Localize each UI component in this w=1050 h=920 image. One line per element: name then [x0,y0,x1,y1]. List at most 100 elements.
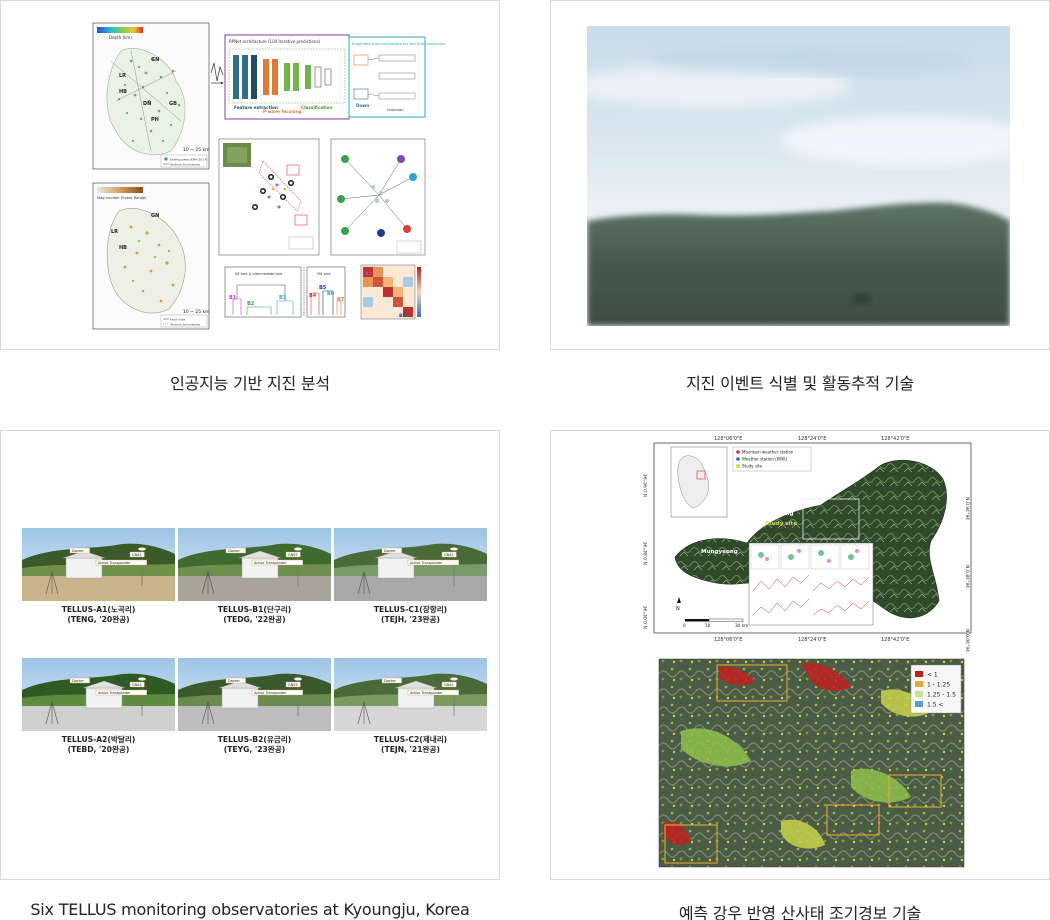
legend-tectonic: Tectonic boundaries [169,163,200,167]
heatmap-label-b5: B5 [399,313,406,319]
scale-label-top: 10 ~ 25 km [183,147,210,153]
depth-colorbar-title: Depth (km) [109,35,132,40]
lon-label-1-bottom: 128°06'0"E [714,637,742,643]
svg-text:GNSS: GNSS [444,683,453,687]
callout-docker: Docker [381,677,402,684]
station-name: TELLUS-A2(박달리) [62,734,136,744]
fs-legend-label: < 1 [927,672,938,679]
region-label-dn: DN [143,101,151,107]
svg-text:GNSS: GNSS [132,683,141,687]
card-caption: Six TELLUS monitoring observatories at K… [30,900,470,919]
station-tile[interactable]: Docker GNSSActive Transponder TELLUS-A1(노곡… [22,528,175,624]
study-area-map: 128°06'0"E 128°24'0"E 128°42'0"E 128°06'… [643,436,972,652]
scale-thirty: 30 km [735,623,748,628]
unknown-label: Unknown [387,108,404,112]
place-label-masbong: Masbong [765,511,794,517]
ai-seismic-figure[interactable]: Depth (km) GN LR HB DN GB PH 10 ~ 25 km … [0,0,500,350]
dendro-label-b3: B3 [279,295,287,301]
dendro-label-b6: B6 [327,291,335,297]
dendro-label-b7: B7 [337,297,345,303]
lat-label-1-right: N.0.9€°9€ [964,497,970,520]
dendrogram: NE part & Intermediate part SW part B1 B… [224,266,346,318]
landslide-figure: 128°06'0"E 128°24'0"E 128°42'0"E 128°06'… [643,436,972,868]
region-label-gb: GB [169,101,177,107]
region-label-hb: HB [119,89,127,95]
cluster-map-right [330,138,426,256]
callout-docker: Docker [225,547,246,554]
svg-text:Active Transponder: Active Transponder [410,691,443,695]
card-caption: 인공지능 기반 지진 분석 [170,374,330,393]
svg-text:Active Transponder: Active Transponder [98,561,131,565]
callout-active-transponder: Active Transponder [407,559,459,566]
legend-mountain-station: Mountain weather station [742,450,794,455]
lon-label-2-bottom: 128°24'0"E [798,637,826,643]
lat-label-1: N.0.9€°9€ [643,474,649,497]
callout-docker: Docker [381,547,402,554]
legend-earthquakes: Earthquakes (KMA-2017) [170,158,207,162]
station-tile[interactable]: Docker GNSS Active Transponder TELLUS-B1(단구… [178,528,331,624]
station-name: TELLUS-B1(단구리) [218,604,292,614]
factor-of-safety-map: < 1 1 - 1.25 1.25 - 1.5 1.5 < [658,658,965,868]
fs-legend-swatch [915,691,923,697]
station-tile[interactable]: Docker GNSSActive Transponder TELLUS-C2(제내… [334,658,487,754]
legend-weather-station: Weather station (KMA) [742,457,788,462]
fs-legend-label: 1.25 - 1.5 [927,692,956,699]
scale-ten: 10 [705,623,711,628]
stage-classification: Classification [301,105,332,110]
depth-colorbar [97,27,143,33]
station-code: (TENG, '20완공) [67,614,129,624]
svg-text:Active Transponder: Active Transponder [410,561,443,565]
correlation-heatmap: B1 B5 [360,264,421,320]
station-code: (TEDG, '22완공) [223,614,285,624]
tellus-station-grid: DockerGNSSActive TransponderTELLUS-A1(노곡… [22,528,487,754]
callout-docker: Docker [69,547,90,554]
ensemble-postprocessing: Ensemble post-processing for the final p… [348,36,446,118]
mag-colorbar-title: Mag number (Event Range) [97,196,147,200]
callout-gnss: GNSS [285,551,301,558]
lat-label-2-right: N.0.8€°9€ [964,565,970,588]
scale-zero: 0 [683,623,686,628]
card-caption: 예측 강우 반영 산사태 조기경보 기술 [678,904,922,920]
callout-active-transponder: Active Transponder [407,689,459,696]
station-tile[interactable]: Docker GNSSActive Transponder TELLUS-C1(장항… [334,528,487,624]
svg-text:GNSS: GNSS [132,553,141,557]
svg-text:Docker: Docker [72,679,84,683]
tellus-figure-frame[interactable]: Docker GNSS Active Transponder TELLUS-A1(노곡… [0,430,500,880]
callout-gnss: GNSS [285,681,301,688]
lat-label-3: N.0.0€°9€ [643,606,649,629]
svg-text:Docker: Docker [228,549,240,553]
landslide-figure-frame[interactable]: 128°06'0"E 128°24'0"E 128°42'0"E 128°06'… [550,430,1050,880]
station-name: TELLUS-C1(장항리) [374,604,447,614]
station-name: TELLUS-C2(제내리) [374,734,447,744]
scale-label-bottom: 10 ~ 25 km [183,309,210,315]
fs-legend-label: 1.5 < [927,702,943,709]
fs-legend-swatch [915,681,923,687]
svg-text:Docker: Docker [384,679,396,683]
dendro-label-b1: B1 [229,295,237,301]
svg-text:GNSS: GNSS [288,553,297,557]
callout-active-transponder: Active Transponder [95,559,147,566]
callout-docker: Docker [69,677,90,684]
station-tile[interactable]: Docker GNSSActive Transponder TELLUS-A2(박달… [22,658,175,754]
callout-docker: Docker [225,677,246,684]
callout-gnss: GNSS [129,681,145,688]
svg-text:GNSS: GNSS [288,683,297,687]
place-label-cauae: Cauae [797,499,817,505]
legend-study-site: Study site [742,464,763,469]
svg-text:Active Transponder: Active Transponder [254,691,287,695]
station-tile[interactable]: Docker GNSSActive Transponder TELLUS-B2(유금… [178,658,331,754]
svg-text:Docker: Docker [72,549,84,553]
callout-active-transponder: Active Transponder [251,559,303,566]
event-tracking-photo-frame[interactable] [550,0,1050,350]
seismicity-map-top: Depth (km) GN LR HB DN GB PH 10 ~ 25 km … [92,22,210,170]
station-code: (TEJH, '23완공) [381,614,440,624]
region-label-lr: LR [119,73,126,79]
down-label: Down [356,103,369,108]
svg-text:Docker: Docker [228,679,240,683]
cluster-map-center [218,138,320,256]
svg-text:GNSS: GNSS [444,553,453,557]
legend-tectonic-2: Tectonic boundaries [169,323,200,327]
north-label: N [676,606,680,612]
dendro-left-title: NE part & Intermediate part [235,272,283,276]
mag-colorbar [97,187,143,193]
